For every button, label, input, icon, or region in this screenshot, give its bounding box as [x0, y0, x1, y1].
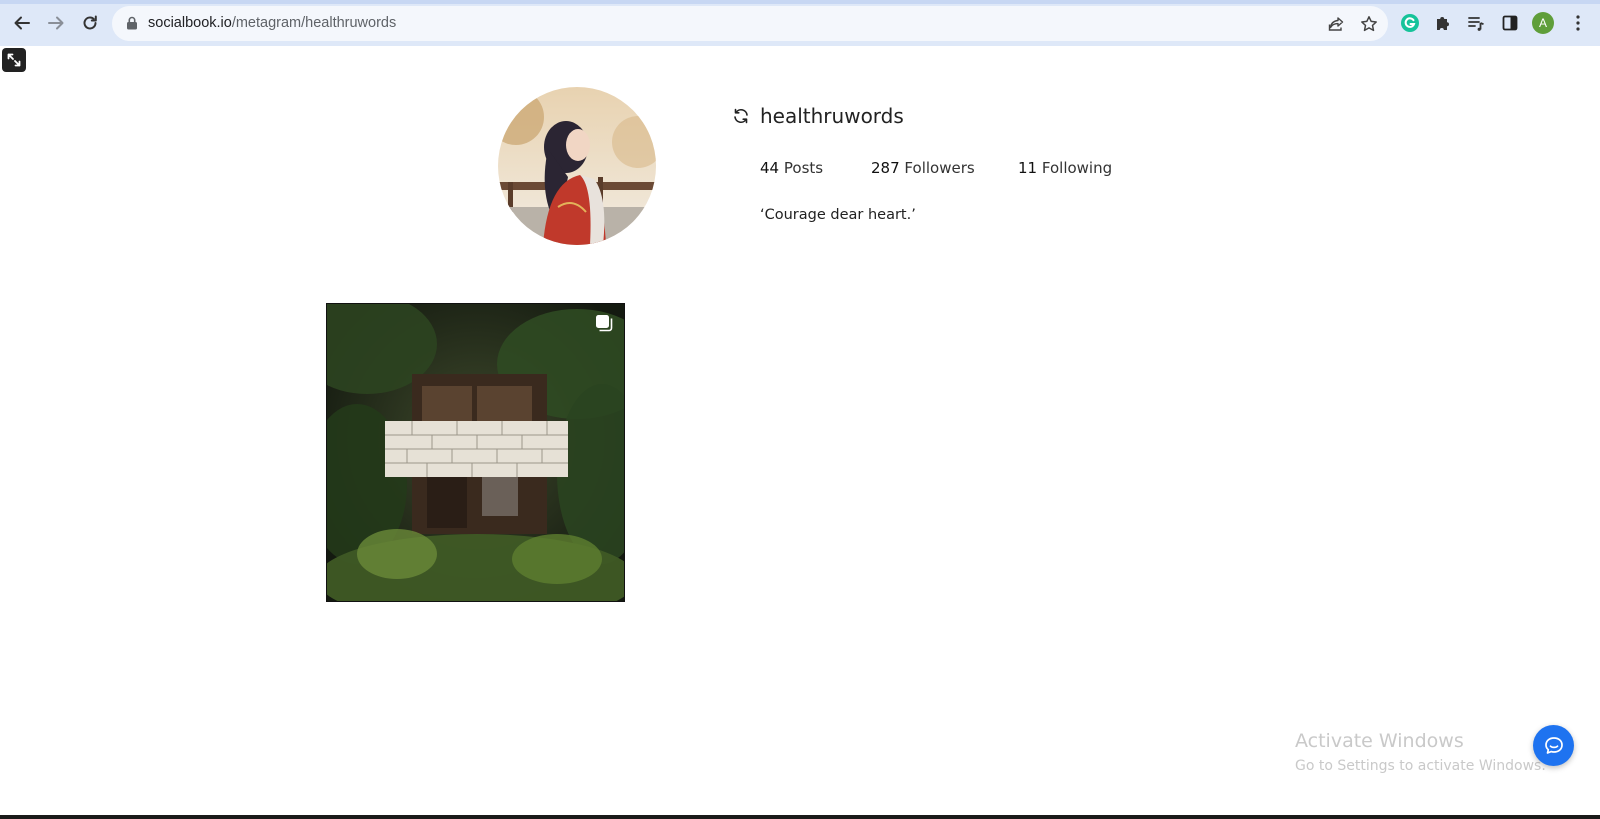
expand-icon [7, 53, 21, 67]
expand-button[interactable] [2, 48, 26, 72]
share-button[interactable] [1326, 14, 1346, 34]
post-image [327, 304, 624, 601]
bookmark-button[interactable] [1359, 14, 1379, 34]
taskbar-edge [0, 815, 1600, 819]
star-icon [1361, 16, 1377, 32]
kebab-menu-icon [1576, 15, 1580, 31]
multiple-posts-icon [596, 315, 613, 332]
stat-following[interactable]: 11 Following [1018, 159, 1112, 177]
side-panel-icon [1502, 15, 1518, 31]
back-arrow-icon [14, 16, 30, 30]
puzzle-icon [1437, 17, 1449, 30]
forward-button[interactable] [45, 12, 67, 34]
reload-icon [83, 15, 97, 30]
extensions-button[interactable] [1432, 12, 1454, 34]
grammarly-extension[interactable] [1399, 12, 1421, 34]
stat-followers[interactable]: 287 Followers [871, 159, 975, 177]
browser-profile-avatar[interactable]: A [1532, 12, 1554, 34]
activate-windows-subtitle: Go to Settings to activate Windows. [1295, 758, 1546, 774]
forward-arrow-icon [48, 16, 64, 30]
url-domain: socialbook.io [148, 15, 232, 31]
profile-username: healthruwords [760, 104, 904, 128]
sync-icon[interactable] [732, 107, 750, 125]
chat-icon [1544, 736, 1563, 754]
grammarly-icon [1401, 14, 1419, 32]
stat-label: Posts [783, 159, 824, 177]
post-thumbnail[interactable] [326, 303, 625, 602]
address-bar[interactable]: socialbook.io/metagram/healthruwords [112, 6, 1388, 41]
stat-count: 287 [871, 159, 900, 177]
lock-icon [127, 16, 137, 30]
reading-list-icon [1468, 17, 1484, 31]
profile-avatar-illustration [498, 87, 656, 245]
profile-bio: ‘Courage dear heart.’ [760, 207, 916, 223]
reading-list-button[interactable] [1465, 12, 1487, 34]
stat-count: 44 [760, 159, 780, 177]
stat-label: Following [1041, 159, 1113, 177]
chat-button[interactable] [1533, 725, 1574, 766]
back-button[interactable] [11, 12, 33, 34]
browser-menu-button[interactable] [1567, 12, 1589, 34]
url-path: /metagram/healthruwords [231, 15, 397, 31]
profile-avatar[interactable] [498, 87, 656, 245]
stat-count: 11 [1018, 159, 1038, 177]
side-panel-button[interactable] [1499, 12, 1521, 34]
reload-button[interactable] [79, 12, 101, 34]
browser-toolbar: socialbook.io/metagram/healthruwords A [0, 0, 1600, 46]
share-icon [1328, 17, 1344, 31]
stat-label: Followers [904, 159, 975, 177]
url-text: socialbook.io/metagram/healthruwords [148, 15, 396, 31]
tab-strip [0, 0, 1600, 4]
activate-windows-title: Activate Windows [1295, 730, 1464, 752]
stat-posts[interactable]: 44 Posts [760, 159, 823, 177]
